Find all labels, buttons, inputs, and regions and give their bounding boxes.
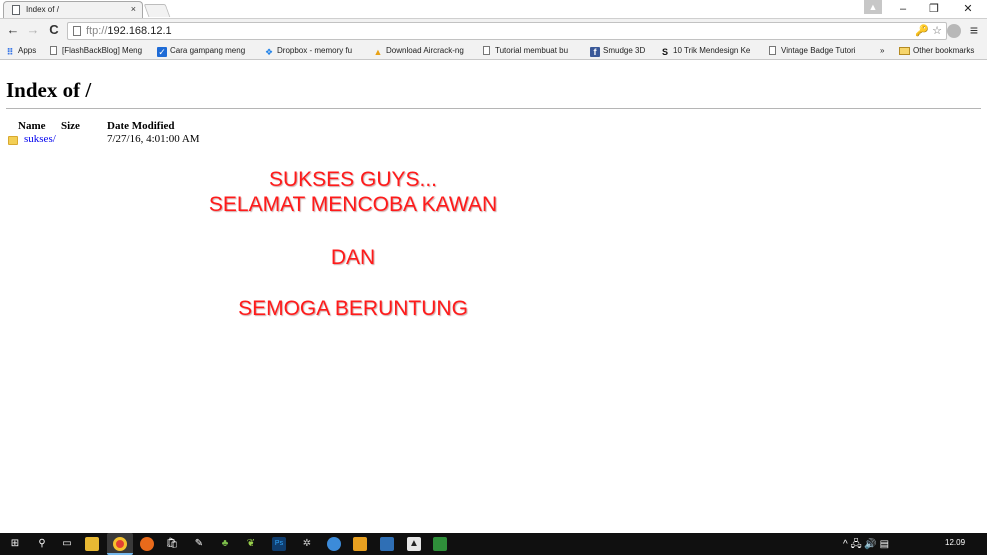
- bookmark-item[interactable]: ✓ Cara gampang meng: [157, 44, 257, 58]
- facebook-icon: f: [590, 47, 600, 57]
- photoshop-icon[interactable]: Ps: [272, 537, 286, 551]
- bookmark-item[interactable]: ▲ Download Aircrack-ng: [373, 44, 476, 58]
- message-line: SELAMAT MENCOBA KAWAN: [208, 193, 498, 216]
- file-explorer-icon[interactable]: [85, 537, 99, 551]
- column-header-size: Size: [61, 120, 80, 132]
- start-windows-icon[interactable]: ⊞: [8, 537, 22, 551]
- directory-link[interactable]: sukses/: [24, 133, 56, 145]
- aircrack-icon: ▲: [373, 47, 383, 57]
- message-line: SEMOGA BERUNTUNG: [238, 297, 468, 320]
- bookmark-item[interactable]: f Smudge 3D: [590, 44, 652, 58]
- page-title: Index of /: [6, 78, 92, 102]
- app-icon[interactable]: ♣: [218, 537, 232, 551]
- photos-icon[interactable]: ▲: [407, 537, 421, 551]
- url-text[interactable]: ftp://192.168.12.1: [86, 25, 172, 37]
- page-icon: [12, 5, 20, 15]
- menu-icon[interactable]: ≡: [966, 22, 982, 38]
- column-header-date: Date Modified: [107, 120, 175, 132]
- message-line: DAN: [330, 246, 376, 269]
- folder-icon: [8, 136, 18, 145]
- bookmark-item[interactable]: S 10 Trik Mendesign Ke: [660, 44, 762, 58]
- folder-icon: [899, 47, 910, 55]
- app-icon[interactable]: [327, 537, 341, 551]
- tab-index[interactable]: Index of / ×: [3, 1, 143, 18]
- page-icon: [483, 46, 490, 55]
- page-icon: [769, 46, 776, 55]
- restore-button[interactable]: ❐: [920, 0, 948, 18]
- profile-icon[interactable]: ▲: [864, 0, 882, 14]
- apps-icon: ⠿: [6, 47, 14, 57]
- message-line: SUKSES GUYS...: [268, 168, 438, 191]
- date-modified: 7/27/16, 4:01:00 AM: [107, 133, 200, 145]
- clock[interactable]: 12.09: [945, 538, 965, 547]
- column-header-name: Name: [18, 120, 46, 132]
- app-icon[interactable]: ✎: [192, 537, 206, 551]
- app-icon[interactable]: ✲: [300, 537, 314, 551]
- bookmark-item[interactable]: ❖ Dropbox - memory fu: [264, 44, 367, 58]
- firefox-icon[interactable]: [140, 537, 154, 551]
- tab-close-icon[interactable]: ×: [131, 4, 136, 14]
- taskbar: ⊞ ⚲ ▭ 🛍 ✎ ♣ ❦ Ps ✲ ▲ ^ 🖧 🔊 ▤ 12.09: [0, 533, 987, 555]
- toolbar: ← → C ftp://192.168.12.1 🔑 ☆ ≡: [0, 18, 987, 42]
- dropbox-icon: ❖: [264, 47, 274, 57]
- store-icon[interactable]: 🛍: [165, 537, 179, 551]
- check-icon: ✓: [157, 47, 167, 57]
- system-tray-icons[interactable]: ^ 🖧 🔊 ▤: [843, 537, 889, 554]
- bookmarks-more-button[interactable]: »: [880, 44, 892, 58]
- forward-button[interactable]: →: [25, 22, 41, 38]
- new-tab-button[interactable]: [143, 4, 171, 17]
- page-info-icon[interactable]: [73, 26, 81, 36]
- app-icon[interactable]: ❦: [244, 537, 258, 551]
- divider: [6, 108, 981, 109]
- bookmarks-bar: ⠿ Apps [FlashBackBlog] Meng ✓ Cara gampang…: [0, 42, 987, 60]
- reload-button[interactable]: C: [46, 22, 62, 38]
- other-bookmarks-folder[interactable]: Other bookmarks: [899, 44, 985, 58]
- chrome-taskbar-icon[interactable]: [107, 533, 133, 555]
- app-icon[interactable]: [353, 537, 367, 551]
- bookmark-star-icon[interactable]: 🔑 ☆: [915, 24, 942, 37]
- tab-strip: Index of / × ▲ – ❐ ✕: [0, 0, 987, 18]
- search-icon[interactable]: ⚲: [35, 537, 49, 551]
- bookmark-item[interactable]: [FlashBackBlog] Meng: [50, 44, 150, 58]
- address-bar[interactable]: ftp://192.168.12.1 🔑 ☆: [67, 22, 947, 40]
- close-window-button[interactable]: ✕: [954, 0, 982, 18]
- app-icon[interactable]: [433, 537, 447, 551]
- page-icon: [50, 46, 57, 55]
- app-icon[interactable]: [380, 537, 394, 551]
- bookmark-apps[interactable]: ⠿ Apps: [5, 44, 45, 58]
- bookmark-item[interactable]: Vintage Badge Tutori: [769, 44, 869, 58]
- bookmark-item[interactable]: Tutorial membuat bu: [483, 44, 583, 58]
- page-content: Index of / Name Size Date Modified sukse…: [0, 61, 987, 533]
- extension-icon[interactable]: [947, 24, 961, 38]
- task-view-icon[interactable]: ▭: [60, 537, 74, 551]
- minimize-button[interactable]: –: [889, 0, 917, 18]
- s-icon: S: [661, 47, 668, 57]
- back-button[interactable]: ←: [5, 22, 21, 38]
- tab-title: Index of /: [26, 5, 59, 14]
